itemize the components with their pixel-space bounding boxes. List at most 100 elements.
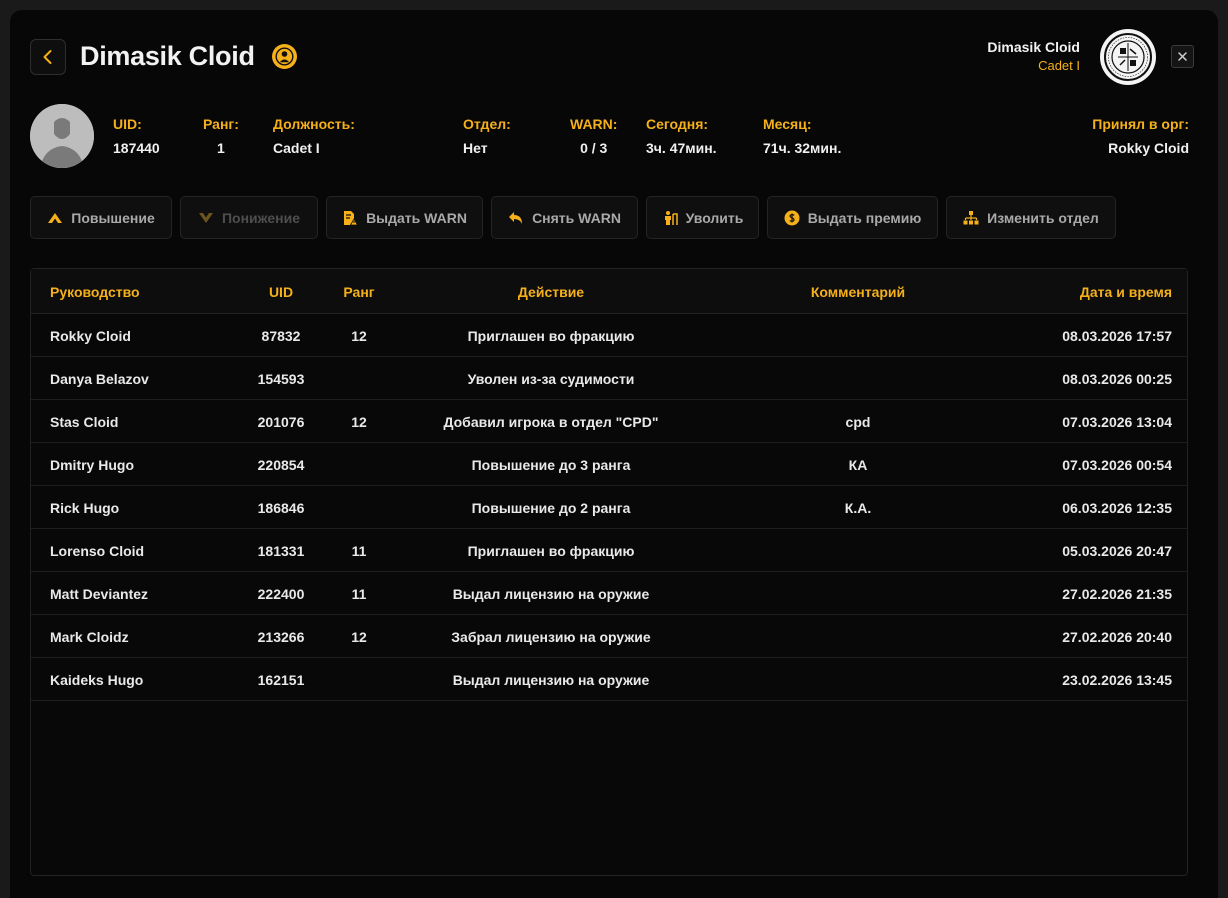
cell-comment: К.А. bbox=[844, 500, 872, 516]
chevron-left-icon bbox=[43, 50, 52, 64]
promote-button[interactable]: Повышение bbox=[30, 196, 172, 239]
cell-leader: Danya Belazov bbox=[50, 371, 149, 387]
cell-datetime: 08.03.2026 17:57 bbox=[1062, 328, 1172, 344]
column-header-uid: UID bbox=[268, 284, 294, 300]
stat-accepted-by: Принял в орг: Rokky Cloid bbox=[1092, 116, 1189, 156]
cell-uid: 87832 bbox=[261, 328, 301, 344]
cell-datetime: 23.02.2026 13:45 bbox=[1062, 672, 1172, 688]
change-department-button[interactable]: Изменить отдел bbox=[946, 196, 1116, 239]
cell-datetime: 07.03.2026 13:04 bbox=[1062, 414, 1172, 430]
table-row[interactable]: Dmitry Hugo 220854 Повышение до 3 ранга КА 0… bbox=[31, 443, 1187, 486]
table-row[interactable]: Lorenso Cloid 181331 11 Приглашен во фракци… bbox=[31, 529, 1187, 572]
cell-leader: Lorenso Cloid bbox=[50, 543, 145, 559]
table-row[interactable]: Rokky Cloid 87832 12 Приглашен во фракцию 08… bbox=[31, 314, 1187, 357]
column-header-comment: Комментарий bbox=[810, 284, 906, 300]
table-row[interactable]: Danya Belazov 154593 Уволен из-за судимост… bbox=[31, 357, 1187, 400]
cell-leader: Mark Cloidz bbox=[50, 629, 129, 645]
cell-leader: Kaideks Hugo bbox=[50, 672, 144, 688]
cell-comment: cpd bbox=[845, 414, 871, 430]
cell-action: Забрал лицензию на оружие bbox=[451, 629, 651, 645]
dismiss-person-icon bbox=[664, 210, 678, 225]
issue-warn-button[interactable]: Выдать WARN bbox=[326, 196, 483, 239]
stat-rank: Ранг: 1 bbox=[203, 116, 239, 156]
table-row[interactable]: Mark Cloidz 213266 12 Забрал лицензию на ор… bbox=[31, 615, 1187, 658]
cell-datetime: 06.03.2026 12:35 bbox=[1062, 500, 1172, 516]
stat-value: 1 bbox=[217, 140, 225, 156]
stat-value: 3ч. 47мин. bbox=[646, 140, 717, 156]
stat-department: Отдел: Нет bbox=[463, 116, 511, 156]
cell-datetime: 05.03.2026 20:47 bbox=[1062, 543, 1172, 559]
cell-action: Повышение до 2 ранга bbox=[471, 500, 631, 516]
cell-leader: Matt Deviantez bbox=[50, 586, 149, 602]
stat-value: Нет bbox=[463, 140, 488, 156]
cell-action: Приглашен во фракцию bbox=[467, 328, 635, 344]
stat-today: Сегодня: 3ч. 47мин. bbox=[646, 116, 717, 156]
column-header-rank: Ранг bbox=[343, 284, 375, 300]
cell-leader: Rokky Cloid bbox=[50, 328, 131, 344]
stat-value: 0 / 3 bbox=[580, 140, 608, 156]
cell-rank: 12 bbox=[351, 328, 367, 344]
cell-uid: 186846 bbox=[257, 500, 305, 516]
undo-arrow-icon bbox=[509, 211, 523, 224]
give-bonus-button[interactable]: Выдать премию bbox=[767, 196, 938, 239]
stat-warn: WARN: 0 / 3 bbox=[570, 116, 617, 156]
hierarchy-icon bbox=[963, 210, 979, 224]
stat-label: Сегодня: bbox=[646, 116, 709, 132]
chevron-down-icon bbox=[198, 212, 213, 223]
close-icon bbox=[1178, 52, 1187, 61]
cell-action: Приглашен во фракцию bbox=[467, 543, 635, 559]
cell-uid: 201076 bbox=[257, 414, 305, 430]
current-user: Dimasik Cloid Cadet I bbox=[987, 39, 1080, 73]
cell-datetime: 27.02.2026 20:40 bbox=[1062, 629, 1172, 645]
stat-month: Месяц: 71ч. 32мин. bbox=[763, 116, 841, 156]
remove-warn-button[interactable]: Снять WARN bbox=[491, 196, 638, 239]
cell-uid: 154593 bbox=[257, 371, 305, 387]
cell-action: Уволен из-за судимости bbox=[467, 371, 635, 387]
history-table: Руководство UID Ранг Действие Комментари… bbox=[30, 268, 1188, 876]
demote-button[interactable]: Понижение bbox=[180, 196, 318, 239]
current-user-rank: Cadet I bbox=[1038, 58, 1080, 73]
back-button[interactable] bbox=[30, 39, 66, 75]
stat-label: Принял в орг: bbox=[1092, 116, 1189, 132]
close-button[interactable] bbox=[1171, 45, 1194, 68]
dismiss-button[interactable]: Уволить bbox=[646, 196, 759, 239]
chevron-up-icon bbox=[48, 212, 63, 223]
stat-label: Отдел: bbox=[463, 116, 511, 132]
warn-document-icon bbox=[344, 210, 359, 225]
give-bonus-button-label: Выдать премию bbox=[807, 209, 922, 226]
cell-leader: Dmitry Hugo bbox=[50, 457, 134, 473]
table-row[interactable]: Kaideks Hugo 162151 Выдал лицензию на оруж… bbox=[31, 658, 1187, 701]
cell-comment: КА bbox=[848, 457, 868, 473]
stat-label: UID: bbox=[113, 116, 142, 132]
cell-datetime: 07.03.2026 00:54 bbox=[1062, 457, 1172, 473]
cell-uid: 162151 bbox=[257, 672, 305, 688]
table-body: Rokky Cloid 87832 12 Приглашен во фракцию 08… bbox=[31, 314, 1187, 701]
stat-label: Месяц: bbox=[763, 116, 812, 132]
cell-rank: 11 bbox=[351, 543, 367, 559]
table-row[interactable]: Matt Deviantez 222400 11 Выдал лицензию на … bbox=[31, 572, 1187, 615]
issue-warn-button-label: Выдать WARN bbox=[366, 209, 467, 226]
stat-position: Должность: Cadet I bbox=[273, 116, 355, 156]
cell-leader: Rick Hugo bbox=[50, 500, 120, 516]
stat-label: WARN: bbox=[570, 116, 618, 132]
cell-datetime: 08.03.2026 00:25 bbox=[1062, 371, 1172, 387]
profile-window: Dimasik Cloid Dimasik Cloid Cadet I UID:… bbox=[10, 10, 1218, 898]
cell-uid: 222400 bbox=[257, 586, 305, 602]
table-row[interactable]: Rick Hugo 186846 Повышение до 2 ранга К.А. 0… bbox=[31, 486, 1187, 529]
cell-rank: 12 bbox=[351, 414, 367, 430]
cell-action: Повышение до 3 ранга bbox=[471, 457, 631, 473]
stat-label: Должность: bbox=[273, 116, 355, 132]
table-row[interactable]: Stas Cloid 201076 12 Добавил игрока в отдел… bbox=[31, 400, 1187, 443]
dismiss-button-label: Уволить bbox=[685, 209, 744, 226]
stat-value: 71ч. 32мин. bbox=[763, 140, 842, 156]
cell-datetime: 27.02.2026 21:35 bbox=[1062, 586, 1172, 602]
stat-uid: UID: 187440 bbox=[113, 116, 160, 156]
stat-value: 187440 bbox=[113, 140, 160, 156]
coin-icon bbox=[784, 210, 800, 225]
remove-warn-button-label: Снять WARN bbox=[532, 209, 621, 226]
current-user-name: Dimasik Cloid bbox=[987, 39, 1080, 55]
cell-uid: 220854 bbox=[257, 457, 305, 473]
stat-label: Ранг: bbox=[203, 116, 239, 132]
cell-action: Добавил игрока в отдел "CPD" bbox=[443, 414, 659, 430]
cell-leader: Stas Cloid bbox=[50, 414, 119, 430]
